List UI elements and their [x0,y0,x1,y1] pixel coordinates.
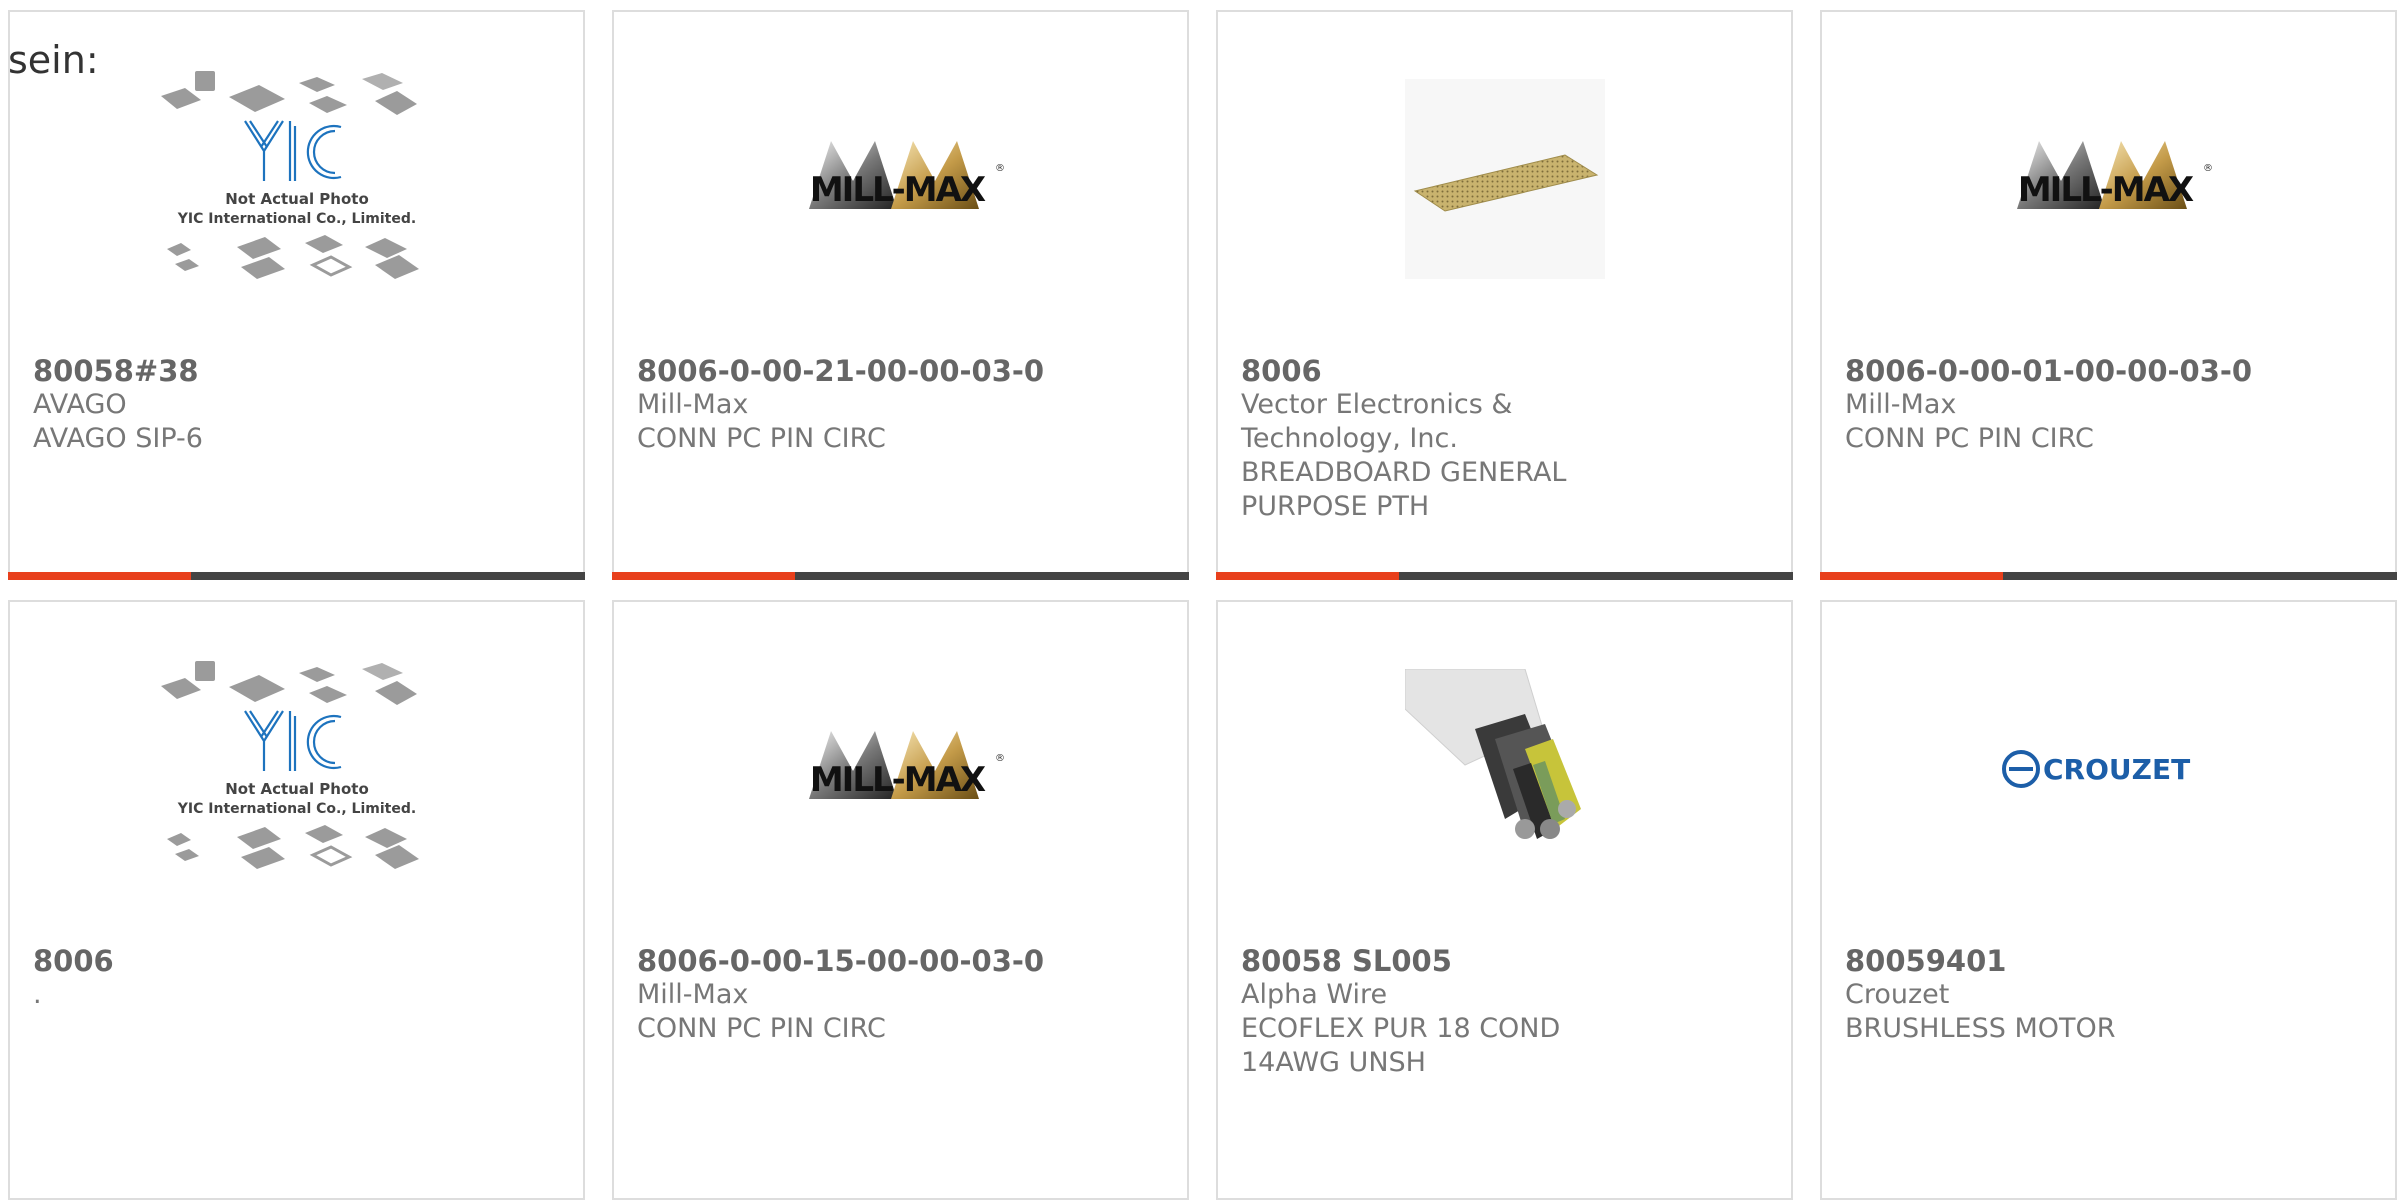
product-image[interactable] [1218,664,1791,874]
mill-max-logo-text: MILL-MAX [809,170,985,210]
card-progress-bar [8,572,585,580]
part-number[interactable]: 80059401 [1845,944,2265,978]
part-number[interactable]: 80058 SL005 [1241,944,1661,978]
product-image[interactable]: MILL-MAX ® [614,664,1187,874]
product-card[interactable]: CROUZET 80059401 Crouzet BRUSHLESS MOTOR [1820,600,2397,1200]
manufacturer: Alpha Wire [1241,979,1388,1010]
part-number[interactable]: 8006 [33,944,453,978]
product-info: 80058#38 AVAGO AVAGO SIP-6 [33,354,453,456]
product-card[interactable]: 8006 Vector Electronics & Technology, In… [1216,10,1793,580]
cable-photo [1404,669,1605,869]
manufacturer: AVAGO [33,389,127,420]
manufacturer: . [33,979,42,1010]
product-card[interactable]: MILL-MAX ® 8006-0-00-21-00-00-03-0 Mill-… [612,10,1189,580]
manufacturer: Mill-Max [637,389,749,420]
yic-placeholder-image: Not Actual Photo YIC International Co., … [160,661,419,869]
part-number[interactable]: 8006-0-00-15-00-00-03-0 [637,944,1057,978]
manufacturer: Crouzet [1845,979,1950,1010]
yic-caption-line-2: YIC International Co., Limited. [176,801,415,817]
card-bar-accent [1820,572,2003,580]
yic-caption-line-1: Not Actual Photo [225,780,369,798]
manufacturer: Mill-Max [637,979,749,1010]
svg-text:®: ® [2203,163,2213,174]
mill-max-logo-text: MILL-MAX [2017,170,2193,210]
manufacturer: Vector Electronics & Technology, Inc. [1241,389,1513,454]
part-number[interactable]: 8006-0-00-01-00-00-03-0 [1845,354,2265,388]
product-image[interactable]: MILL-MAX ® [614,74,1187,284]
lead-text: sein: [8,38,99,82]
product-card[interactable]: 80058 SL005 Alpha Wire ECOFLEX PUR 18 CO… [1216,600,1793,1200]
crouzet-logo-image: CROUZET [2001,750,2190,788]
product-image[interactable]: CROUZET [1822,664,2395,874]
description: CONN PC PIN CIRC [1845,423,2094,454]
product-info: 80058 SL005 Alpha Wire ECOFLEX PUR 18 CO… [1241,944,1661,1080]
product-info: 8006-0-00-01-00-00-03-0 Mill-Max CONN PC… [1845,354,2265,456]
product-card[interactable]: MILL-MAX ® 8006-0-00-15-00-00-03-0 Mill-… [612,600,1189,1200]
product-image-placeholder[interactable]: Not Actual Photo YIC International Co., … [10,661,583,874]
product-image[interactable]: MILL-MAX ® [1822,74,2395,284]
mill-max-logo-image: MILL-MAX ® [808,731,1005,800]
description: BREADBOARD GENERAL PURPOSE PTH [1241,457,1567,522]
product-image-placeholder[interactable]: Not Actual Photo YIC International Co., … [10,71,583,284]
part-number[interactable]: 80058#38 [33,354,453,388]
card-progress-bar [1820,572,2397,580]
description: BRUSHLESS MOTOR [1845,1013,2116,1044]
card-progress-bar [1216,572,1793,580]
product-card[interactable]: Not Actual Photo YIC International Co., … [8,10,585,580]
svg-text:®: ® [995,163,1005,174]
yic-caption-line-1: Not Actual Photo [225,190,369,208]
part-number[interactable]: 8006-0-00-21-00-00-03-0 [637,354,1057,388]
product-info: 80059401 Crouzet BRUSHLESS MOTOR [1845,944,2265,1046]
description: CONN PC PIN CIRC [637,423,886,454]
yic-placeholder-image: Not Actual Photo YIC International Co., … [160,71,419,279]
mill-max-logo-image: MILL-MAX ® [2016,141,2213,210]
product-info: 8006 Vector Electronics & Technology, In… [1241,354,1661,524]
description: ECOFLEX PUR 18 COND 14AWG UNSH [1241,1013,1561,1078]
product-image[interactable] [1218,74,1791,284]
card-bar-accent [612,572,795,580]
manufacturer: Mill-Max [1845,389,1957,420]
mill-max-logo-text: MILL-MAX [809,760,985,800]
product-card[interactable]: Not Actual Photo YIC International Co., … [8,600,585,1200]
card-bar-accent [8,572,191,580]
card-progress-bar [612,572,1189,580]
card-bar-accent [1216,572,1399,580]
description: AVAGO SIP-6 [33,423,203,454]
mill-max-logo-image: MILL-MAX ® [808,141,1005,210]
product-info: 8006-0-00-21-00-00-03-0 Mill-Max CONN PC… [637,354,1057,456]
crouzet-logo-text: CROUZET [2043,753,2190,786]
product-info: 8006 . [33,944,453,1012]
yic-caption-line-2: YIC International Co., Limited. [176,211,415,227]
breadboard-photo [1404,79,1605,279]
description: CONN PC PIN CIRC [637,1013,886,1044]
product-card[interactable]: MILL-MAX ® 8006-0-00-01-00-00-03-0 Mill-… [1820,10,2397,580]
svg-text:®: ® [995,753,1005,764]
part-number[interactable]: 8006 [1241,354,1661,388]
product-info: 8006-0-00-15-00-00-03-0 Mill-Max CONN PC… [637,944,1057,1046]
